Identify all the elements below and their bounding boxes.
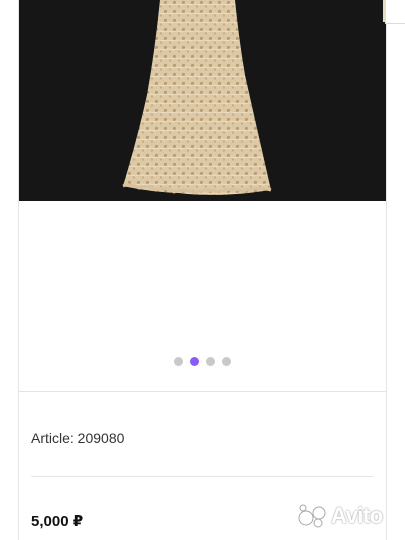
product-photo[interactable] (19, 0, 386, 201)
avito-logo-icon (298, 504, 326, 528)
lace-dress-image (122, 0, 386, 195)
price: 5,000 ₽ (31, 513, 84, 530)
carousel-dot[interactable] (174, 357, 183, 366)
carousel-dot[interactable] (222, 357, 231, 366)
article-number: Article: 209080 (31, 430, 125, 446)
carousel-pagination (19, 357, 386, 367)
carousel-dot[interactable] (206, 357, 215, 366)
watermark-text: Avito (331, 503, 383, 528)
carousel-dot-active[interactable] (190, 357, 199, 366)
divider (31, 476, 373, 477)
next-photo-peek[interactable] (385, 0, 405, 24)
divider (19, 391, 386, 392)
listing-card: Article: 209080 5,000 ₽ (18, 0, 387, 540)
avito-watermark: Avito (298, 502, 398, 530)
